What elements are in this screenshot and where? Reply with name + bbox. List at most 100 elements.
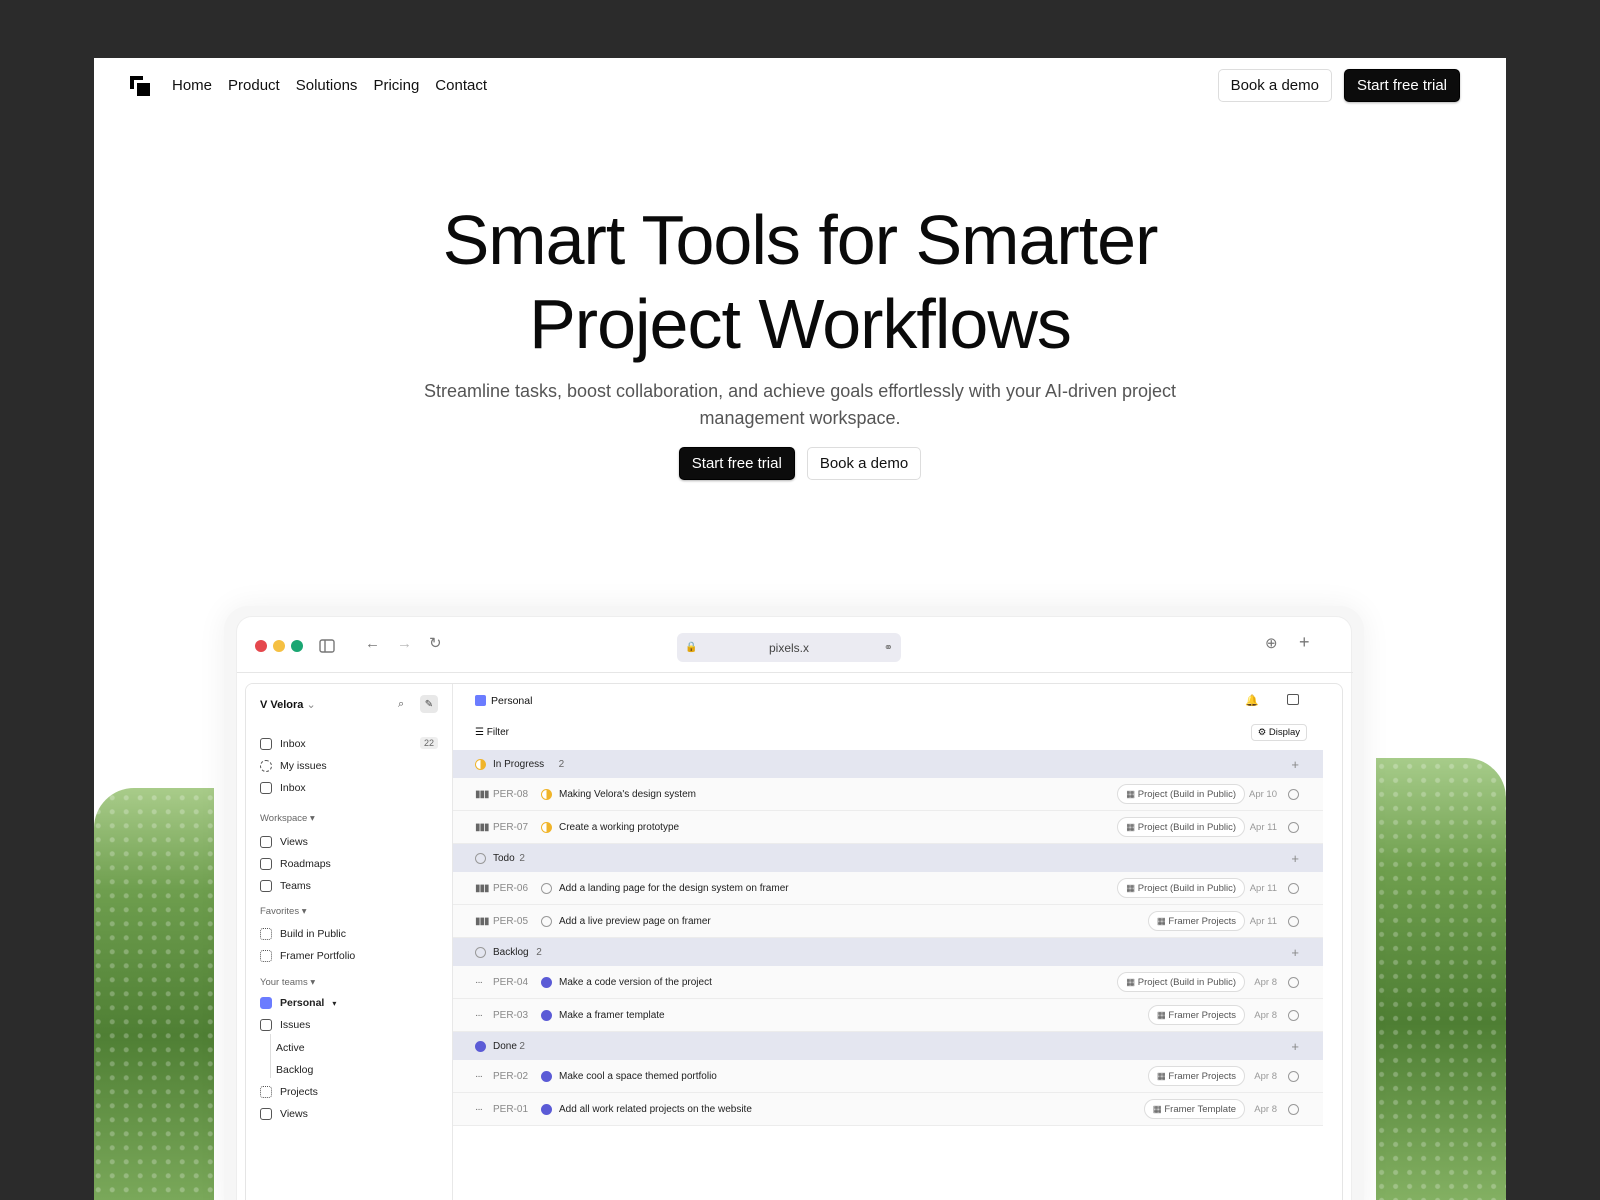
workspace-section-label[interactable]: Workspace ▾ xyxy=(260,813,315,824)
issue-row[interactable]: ··· PER-03 Make a framer template ▦ Framer … xyxy=(453,999,1323,1032)
sidebar-item-my-issues[interactable]: My issues xyxy=(260,758,327,774)
project-tag[interactable]: ▦ Project (Build in Public) xyxy=(1117,817,1245,837)
teams-section-label[interactable]: Your teams ▾ xyxy=(260,977,315,988)
add-issue-icon[interactable]: + xyxy=(1291,1039,1299,1054)
issue-row[interactable]: ··· PER-01 Add all work related projects o… xyxy=(453,1093,1323,1126)
close-dot-icon[interactable] xyxy=(255,640,267,652)
group-count: 2 xyxy=(558,758,565,770)
sidebar-item-inbox-2[interactable]: Inbox xyxy=(260,780,306,796)
book-demo-button[interactable]: Book a demo xyxy=(1217,69,1332,102)
nav-link-pricing[interactable]: Pricing xyxy=(373,77,419,94)
group-header-done[interactable]: Done 2 + xyxy=(453,1032,1323,1060)
back-arrow-icon[interactable]: ← xyxy=(365,635,380,652)
add-issue-icon[interactable]: + xyxy=(1291,851,1299,866)
address-bar[interactable]: 🔒 pixels.x ⚭ xyxy=(677,633,901,662)
minimize-dot-icon[interactable] xyxy=(273,640,285,652)
project-tag[interactable]: ▦ Project (Build in Public) xyxy=(1117,784,1245,804)
sidebar-item-roadmaps[interactable]: Roadmaps xyxy=(260,856,331,872)
issue-title: Make a code version of the project xyxy=(559,976,712,988)
forward-arrow-icon[interactable]: → xyxy=(397,635,412,652)
issue-row[interactable]: ▮▮▮ PER-08 Making Velora's design system ▦ … xyxy=(453,778,1323,811)
sidebar-item-views-team[interactable]: Views xyxy=(260,1106,308,1122)
issue-row[interactable]: ▮▮▮ PER-06 Add a landing page for the desi… xyxy=(453,872,1323,905)
assignee-icon[interactable] xyxy=(1288,1009,1299,1021)
assignee-icon[interactable] xyxy=(1288,1070,1299,1082)
group-header-backlog[interactable]: Backlog 2 + xyxy=(453,938,1323,966)
sidebar-item-projects[interactable]: Projects xyxy=(260,1084,318,1100)
download-icon[interactable]: ⊕ xyxy=(1265,634,1278,652)
maximize-dot-icon[interactable] xyxy=(291,640,303,652)
priority-icon[interactable]: ··· xyxy=(475,1071,483,1082)
status-icon[interactable] xyxy=(541,1103,552,1115)
assignee-icon[interactable] xyxy=(1288,788,1299,800)
priority-icon[interactable]: ▮▮▮ xyxy=(475,883,489,894)
assignee-icon[interactable] xyxy=(1288,915,1299,927)
status-icon[interactable] xyxy=(541,1009,552,1021)
sidebar-toggle-icon[interactable] xyxy=(319,639,335,653)
issue-row[interactable]: ▮▮▮ PER-05 Add a live preview page on fram… xyxy=(453,905,1323,938)
project-tag[interactable]: ▦ Framer Projects xyxy=(1147,1066,1245,1086)
logo-icon[interactable] xyxy=(130,76,150,96)
reload-icon[interactable]: ↻ xyxy=(429,634,442,652)
compose-icon[interactable]: ✎ xyxy=(420,695,438,713)
assignee-icon[interactable] xyxy=(1288,1103,1299,1115)
favorites-section-label[interactable]: Favorites ▾ xyxy=(260,906,307,917)
new-tab-icon[interactable]: + xyxy=(1299,632,1310,653)
search-icon[interactable]: ⌕ xyxy=(398,698,404,711)
status-icon[interactable] xyxy=(541,882,552,894)
project-tag[interactable]: ▦ Framer Template xyxy=(1143,1099,1245,1119)
status-icon[interactable] xyxy=(541,821,552,833)
priority-icon[interactable]: ▮▮▮ xyxy=(475,916,489,927)
bell-icon[interactable]: 🔔 xyxy=(1245,694,1259,707)
priority-icon[interactable]: ▮▮▮ xyxy=(475,822,489,833)
add-issue-icon[interactable]: + xyxy=(1291,945,1299,960)
project-tag[interactable]: ▦ Project (Build in Public) xyxy=(1117,972,1245,992)
filter-button[interactable]: ☰ Filter xyxy=(475,727,509,738)
priority-icon[interactable]: ··· xyxy=(475,1010,483,1021)
start-trial-button[interactable]: Start free trial xyxy=(1343,69,1460,102)
hero-book-demo-button[interactable]: Book a demo xyxy=(806,447,922,480)
priority-icon[interactable]: ··· xyxy=(475,1104,483,1115)
project-tag[interactable]: ▦ Framer Projects xyxy=(1147,911,1245,931)
group-header-in-progress[interactable]: In Progress 2 + xyxy=(453,750,1323,778)
priority-icon[interactable]: ··· xyxy=(475,977,483,988)
sidebar-item-active[interactable]: Active xyxy=(276,1040,305,1056)
issue-date: Apr 11 xyxy=(1249,882,1277,894)
add-issue-icon[interactable]: + xyxy=(1291,757,1299,772)
panel-toggle-icon[interactable] xyxy=(1287,694,1299,705)
status-icon[interactable] xyxy=(541,976,552,988)
group-title: Done xyxy=(493,1040,517,1052)
project-tag[interactable]: ▦ Project (Build in Public) xyxy=(1117,878,1245,898)
issue-row[interactable]: ··· PER-04 Make a code version of the proj… xyxy=(453,966,1323,999)
nav-link-home[interactable]: Home xyxy=(172,77,212,94)
sidebar-item-framer-portfolio[interactable]: Framer Portfolio xyxy=(260,948,355,964)
sidebar-item-personal[interactable]: Personal ▾ xyxy=(260,995,336,1011)
group-header-todo[interactable]: Todo 2 + xyxy=(453,844,1323,872)
status-icon xyxy=(475,1040,486,1052)
status-icon[interactable] xyxy=(541,1070,552,1082)
project-tag[interactable]: ▦ Framer Projects xyxy=(1147,1005,1245,1025)
priority-icon[interactable]: ▮▮▮ xyxy=(475,789,489,800)
status-icon[interactable] xyxy=(541,915,552,927)
status-icon[interactable] xyxy=(541,788,552,800)
nav-link-solutions[interactable]: Solutions xyxy=(296,77,358,94)
sidebar-item-inbox[interactable]: Inbox xyxy=(260,736,306,752)
workspace-switcher[interactable]: V Velora ⌄ xyxy=(260,698,316,711)
sidebar-item-views[interactable]: Views xyxy=(260,834,308,850)
link-icon[interactable]: ⚭ xyxy=(884,641,893,654)
sidebar-item-build-in-public[interactable]: Build in Public xyxy=(260,926,346,942)
sidebar-item-issues[interactable]: Issues xyxy=(260,1017,310,1033)
hero-start-trial-button[interactable]: Start free trial xyxy=(678,447,795,480)
sidebar-item-backlog[interactable]: Backlog xyxy=(276,1062,313,1078)
sidebar-item-teams[interactable]: Teams xyxy=(260,878,311,894)
nav-link-contact[interactable]: Contact xyxy=(435,77,487,94)
issue-row[interactable]: ··· PER-02 Make cool a space themed portfo… xyxy=(453,1060,1323,1093)
display-button[interactable]: ⚙ Display xyxy=(1250,724,1307,741)
grid-icon xyxy=(260,950,272,962)
nav-link-product[interactable]: Product xyxy=(228,77,280,94)
assignee-icon[interactable] xyxy=(1288,821,1299,833)
issue-title: Make cool a space themed portfolio xyxy=(559,1070,717,1082)
assignee-icon[interactable] xyxy=(1288,976,1299,988)
issue-row[interactable]: ▮▮▮ PER-07 Create a working prototype ▦ Pro… xyxy=(453,811,1323,844)
assignee-icon[interactable] xyxy=(1288,882,1299,894)
